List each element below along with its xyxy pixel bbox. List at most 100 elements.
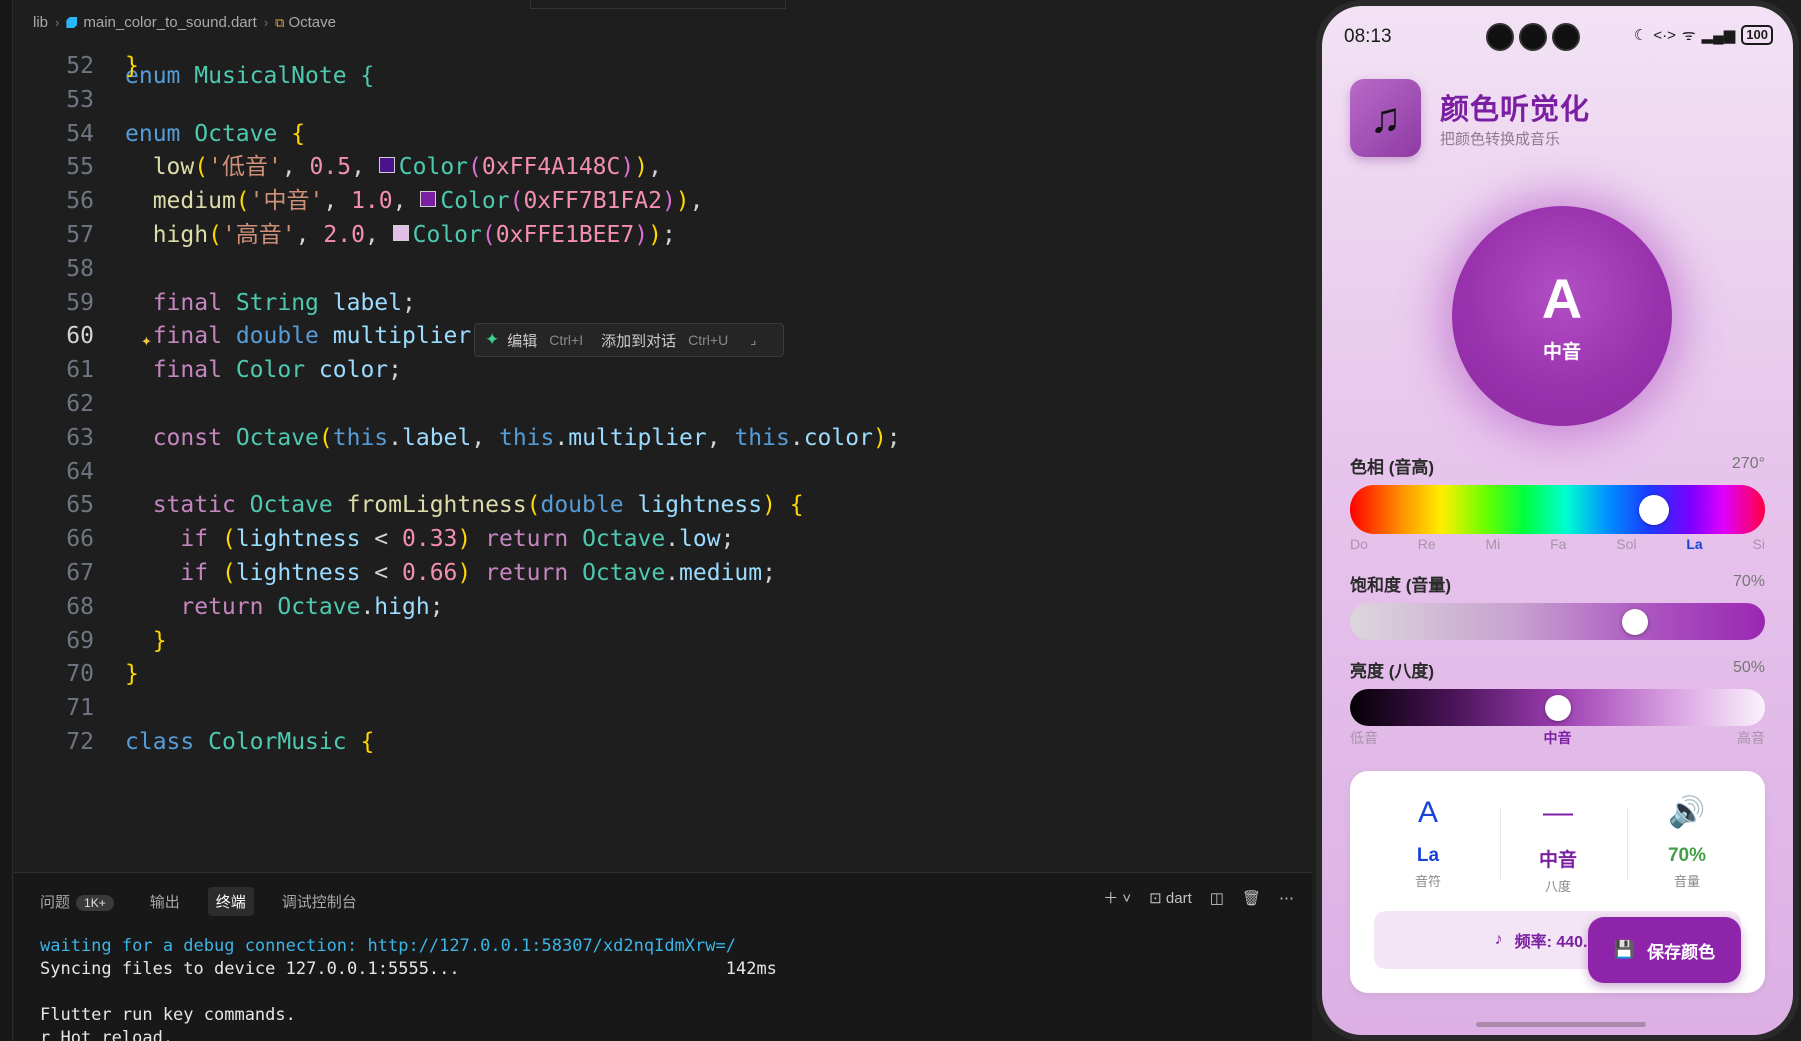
- speaker-icon: 🔊: [1668, 796, 1706, 829]
- breadcrumb-folder[interactable]: lib: [33, 14, 48, 31]
- music-note-icon: ♪: [1494, 931, 1503, 948]
- new-terminal-icon[interactable]: ＋ ˅: [1103, 887, 1131, 908]
- sparkle-icon: ✦: [485, 330, 500, 349]
- volume-info-caption: 音量: [1673, 874, 1700, 889]
- octave-info-value: 中音: [1538, 850, 1577, 871]
- octave-tick: 低音: [1350, 730, 1378, 746]
- hue-slider-thumb[interactable]: [1638, 495, 1669, 525]
- note-letter-icon: A: [1417, 796, 1438, 829]
- note-tick: Sol: [1616, 536, 1637, 552]
- note-info: A La 音符: [1368, 795, 1488, 890]
- status-bar: 08:13 ☾ <·> ᯤ ▂▄▆ 100: [1322, 6, 1793, 62]
- terminal-instance[interactable]: ⊡ dart: [1149, 889, 1192, 907]
- inline-chat-hint: ✦ 编辑 Ctrl+I 添加到对话 Ctrl+U ⌟: [474, 323, 784, 357]
- tab-debug-console[interactable]: 调试控制台: [274, 887, 365, 916]
- app-subtitle: 把颜色转换成音乐: [1440, 131, 1561, 148]
- saturation-slider[interactable]: [1350, 603, 1765, 640]
- breadcrumb-symbol[interactable]: Octave: [288, 14, 336, 31]
- lightness-slider[interactable]: [1350, 689, 1765, 726]
- lightness-slider-thumb[interactable]: [1544, 695, 1571, 721]
- tab-terminal[interactable]: 终端: [207, 887, 254, 916]
- line-number: 72: [66, 729, 94, 755]
- music-note-icon: ♫: [1350, 79, 1421, 157]
- save-color-button[interactable]: 💾 保存颜色: [1588, 917, 1741, 983]
- note-tick: Do: [1350, 536, 1368, 552]
- note-info-caption: 音符: [1414, 874, 1441, 889]
- enum-symbol-icon: ⧉: [275, 15, 285, 30]
- hue-value: 270°: [1731, 455, 1765, 472]
- lightness-label: 亮度 (八度): [1350, 662, 1435, 681]
- saturation-slider-thumb[interactable]: [1622, 609, 1649, 635]
- editor-tab-strip-edge: [530, 0, 786, 9]
- terminal-line: Syncing files to device 127.0.0.1:5555..…: [40, 959, 777, 979]
- app-title: 颜色听觉化: [1440, 94, 1591, 126]
- camera-cutout-icon: [1519, 23, 1547, 51]
- octave-tick: 中音: [1543, 730, 1572, 746]
- code-editor-window: lib › main_color_to_sound.dart › ⧉ Octave enu…: [0, 0, 1312, 1041]
- terminal-line: r Hot reload.: [40, 1028, 174, 1041]
- terminal-icon: ⊡: [1149, 889, 1162, 907]
- code-area[interactable]: enum MusicalNote { 52} 53 54 enum Octave {5…: [14, 40, 1310, 872]
- terminal-line: waiting for a debug connection: http://1…: [40, 936, 736, 956]
- saturation-value: 70%: [1732, 573, 1765, 590]
- volume-info: 🔊 70% 音量: [1627, 795, 1747, 890]
- code-text: class ColorMusic {: [125, 729, 375, 755]
- panel-toolbar: ＋ ˅ ⊡ dart ◫ 🗑 ⋯: [1103, 887, 1294, 908]
- octave-dash-icon: —: [1543, 796, 1573, 829]
- breadcrumb-file[interactable]: main_color_to_sound.dart: [83, 14, 256, 31]
- add-to-chat-action[interactable]: 添加到对话: [601, 330, 676, 351]
- note-scale: Do Re Mi Fa Sol La Si: [1350, 536, 1765, 552]
- more-icon[interactable]: ⋯: [1279, 889, 1294, 907]
- phone-screen: 08:13 ☾ <·> ᯤ ▂▄▆ 100 ♫ 颜色听觉化 把颜色转换成音乐 A…: [1322, 6, 1793, 1035]
- color-preview-circle[interactable]: A 中音: [1452, 206, 1672, 426]
- tab-output[interactable]: 输出: [142, 887, 188, 916]
- chevron-right-icon: ›: [263, 15, 269, 30]
- wifi-icon: ᯤ: [1681, 27, 1696, 44]
- color-swatch-icon[interactable]: [392, 225, 409, 241]
- octave-info-caption: 八度: [1544, 879, 1571, 894]
- terminal-output[interactable]: waiting for a debug connection: http://1…: [40, 935, 777, 1041]
- edit-hotkey: Ctrl+I: [549, 332, 584, 348]
- hue-slider[interactable]: [1350, 485, 1765, 534]
- color-swatch-icon[interactable]: [420, 191, 437, 208]
- problems-count-badge: 1K+: [76, 895, 114, 911]
- status-icons: ☾ <·> ᯤ ▂▄▆ 100: [1634, 25, 1773, 45]
- preview-octave: 中音: [1542, 341, 1581, 363]
- octave-tick: 高音: [1737, 730, 1765, 746]
- saturation-label: 饱和度 (音量): [1350, 576, 1452, 595]
- add-hotkey: Ctrl+U: [688, 332, 729, 348]
- color-swatch-icon[interactable]: [378, 157, 395, 174]
- phone-frame: 08:13 ☾ <·> ᯤ ▂▄▆ 100 ♫ 颜色听觉化 把颜色转换成音乐 A…: [1316, 0, 1799, 1041]
- home-indicator[interactable]: [1476, 1022, 1646, 1027]
- trash-icon[interactable]: 🗑: [1242, 889, 1261, 907]
- lightness-value: 50%: [1732, 659, 1765, 676]
- save-button-label: 保存颜色: [1647, 942, 1716, 962]
- hue-label: 色相 (音高): [1350, 458, 1435, 477]
- tab-problems[interactable]: 问题 1K+: [32, 887, 122, 916]
- note-tick: La: [1686, 536, 1703, 552]
- octave-info: — 中音 八度: [1498, 795, 1618, 895]
- dart-file-icon: [66, 17, 78, 28]
- preview-note: A: [1541, 266, 1583, 330]
- collapse-icon[interactable]: ⌟: [750, 332, 756, 348]
- note-tick: Si: [1752, 536, 1765, 552]
- do-not-disturb-icon: ☾: [1633, 27, 1648, 44]
- note-tick: Mi: [1485, 536, 1501, 552]
- status-time: 08:13: [1344, 26, 1392, 47]
- breadcrumb: lib › main_color_to_sound.dart › ⧉ Octave: [33, 14, 336, 31]
- ai-sparkle-icon[interactable]: ✦: [141, 330, 152, 351]
- code-line[interactable]: 72 class ColorMusic {: [14, 723, 1310, 762]
- battery-icon: 100: [1741, 25, 1773, 45]
- bottom-panel: 问题 1K+ 输出 终端 调试控制台 ＋ ˅ ⊡ dart ◫ 🗑 ⋯ waiti…: [14, 872, 1312, 1041]
- signal-icon: ▂▄▆: [1701, 27, 1736, 44]
- note-tick: Fa: [1550, 536, 1567, 552]
- split-terminal-icon[interactable]: ◫: [1210, 889, 1224, 907]
- volume-info-value: 70%: [1667, 845, 1707, 866]
- data-sync-icon: <·>: [1653, 26, 1676, 44]
- terminal-line: Flutter run key commands.: [40, 1005, 296, 1025]
- activity-bar-edge: [0, 0, 13, 1041]
- panel-tabs: 问题 1K+ 输出 终端 调试控制台: [32, 887, 365, 916]
- camera-cutout-icon: [1552, 23, 1580, 51]
- edit-action[interactable]: 编辑: [507, 330, 537, 351]
